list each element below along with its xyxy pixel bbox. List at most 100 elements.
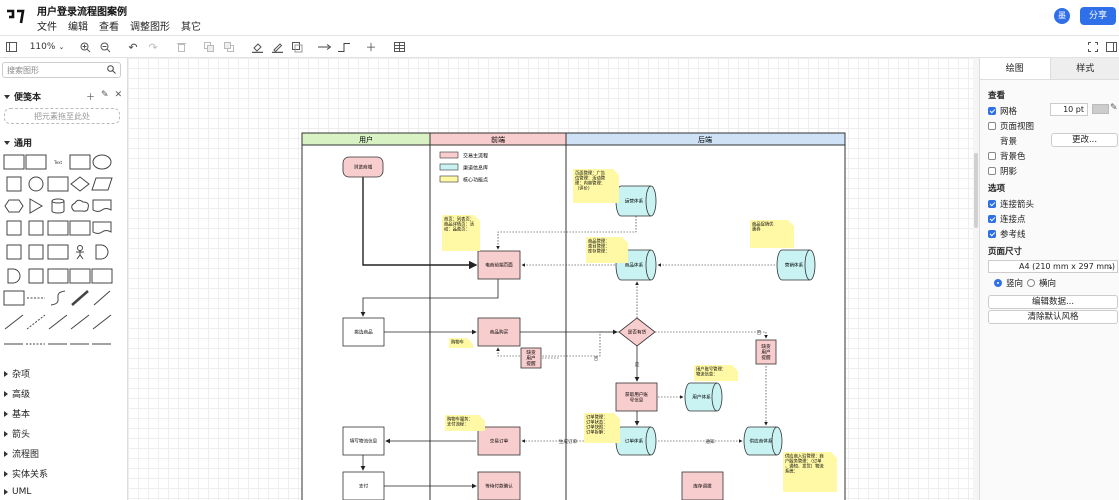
palette-shape[interactable]: [76, 245, 84, 260]
sticky-goodsnote[interactable]: 商品管理：类目管理：库存管理：: [586, 237, 628, 263]
general-shapes-palette[interactable]: Text: [0, 148, 128, 348]
fullscreen-icon[interactable]: [1086, 39, 1100, 55]
tab-diagram[interactable]: 绘图: [980, 58, 1050, 79]
lane-backend[interactable]: 后端: [698, 135, 712, 144]
palette-shape[interactable]: [47, 244, 69, 260]
shadow-option[interactable]: 阴影: [988, 165, 1017, 177]
tab-style[interactable]: 样式: [1049, 58, 1119, 79]
grid-color-swatch[interactable]: [1092, 104, 1109, 114]
flow-node-order[interactable]: 交易订单: [477, 426, 521, 456]
library-advanced[interactable]: 高级: [4, 387, 30, 400]
scroll-thumb[interactable]: [974, 153, 978, 228]
table-icon[interactable]: [392, 39, 406, 55]
library-arrows[interactable]: 箭头: [4, 427, 30, 440]
to-front-icon[interactable]: [202, 39, 216, 55]
lane-user[interactable]: 用户: [359, 135, 373, 144]
palette-shape[interactable]: [92, 221, 112, 234]
avatar[interactable]: 墨: [1054, 8, 1070, 24]
sticky-frontnote[interactable]: 首页：列表页：商品详情页：活动：品类页：: [442, 215, 480, 251]
palette-shape[interactable]: [92, 154, 112, 170]
flow-node-fill[interactable]: 填写物流信息: [342, 426, 385, 456]
toggle-sidebar-icon[interactable]: [4, 39, 18, 55]
palette-shape[interactable]: [4, 199, 24, 213]
redo-icon[interactable]: ↷: [146, 39, 160, 55]
document-title[interactable]: 用户登录流程图案例: [37, 3, 127, 18]
landscape-option[interactable]: 横向: [1027, 277, 1056, 289]
close-icon[interactable]: ✕: [115, 90, 123, 103]
palette-shape[interactable]: [95, 244, 109, 260]
edit-data-button[interactable]: 编辑数据...: [988, 295, 1118, 309]
flowchart-diagram[interactable]: 用户 前端 后端 交易主流程 渠道信息库 核心功能点 浏览商城电商前端页面挑选商…: [128, 58, 973, 500]
waypoint-icon[interactable]: [336, 39, 352, 55]
grid-size-input[interactable]: 10 pt: [1050, 103, 1088, 116]
palette-shape[interactable]: [6, 220, 22, 236]
datastore-ops[interactable]: 运营体系: [615, 185, 657, 217]
flow-node-lack[interactable]: 缺货用户提醒: [520, 347, 542, 369]
datastore-supply[interactable]: 供应商体系: [743, 426, 783, 456]
flow-node-pay[interactable]: 支付: [342, 471, 385, 500]
palette-shape[interactable]: [25, 154, 47, 170]
flow-node-select[interactable]: 挑选商品: [342, 317, 385, 347]
palette-shape[interactable]: [28, 268, 44, 284]
connection-points-option[interactable]: 连接点: [988, 213, 1026, 225]
palette-shape[interactable]: [28, 176, 44, 192]
flow-node-stock[interactable]: 库存调拨: [681, 471, 724, 500]
datastore-user[interactable]: 用户体系: [684, 382, 723, 412]
zoom-out-icon[interactable]: [98, 39, 112, 55]
palette-shape[interactable]: [51, 198, 65, 214]
zoom-dropdown[interactable]: 110% ⌄: [30, 39, 65, 55]
share-button[interactable]: 分享: [1080, 7, 1116, 25]
palette-shape[interactable]: [7, 268, 21, 284]
menu-edit[interactable]: 编辑: [68, 18, 88, 33]
delete-icon[interactable]: [174, 39, 188, 55]
flow-node-buy[interactable]: 商品购买: [477, 317, 521, 347]
library-flowchart[interactable]: 流程图: [4, 447, 39, 460]
grid-option[interactable]: 网格: [988, 105, 1017, 117]
library-entity-relation[interactable]: 实体关系: [4, 467, 48, 480]
palette-shape[interactable]: [4, 314, 24, 330]
menu-extras[interactable]: 其它: [181, 18, 201, 33]
page-view-option[interactable]: 页面视图: [988, 120, 1034, 132]
add-icon[interactable]: ＋: [86, 90, 95, 103]
palette-shape[interactable]: [28, 244, 44, 260]
palette-shape[interactable]: [70, 176, 90, 192]
palette-shape[interactable]: [91, 177, 113, 191]
menu-arrange[interactable]: 调整图形: [130, 18, 170, 33]
flow-node-getuser[interactable]: 获取用户账号信息: [615, 382, 658, 412]
background-color-checkbox[interactable]: [988, 152, 996, 160]
flow-node-home[interactable]: 电商前端页面: [477, 250, 521, 280]
palette-shape[interactable]: Text: [53, 160, 63, 165]
shadow-icon[interactable]: [290, 39, 304, 55]
sticky-cartpay[interactable]: 购物车服务：支付流程：: [445, 415, 485, 431]
connection-arrow-icon[interactable]: [316, 39, 332, 55]
flow-node-browse[interactable]: 浏览商城: [342, 156, 384, 178]
datastore-ordersys[interactable]: 订单体系: [615, 426, 657, 456]
clear-default-style-button[interactable]: 清除默认风格: [988, 310, 1118, 324]
edit-pencil-icon[interactable]: ✎: [101, 90, 109, 103]
palette-shape[interactable]: [69, 268, 91, 284]
palette-shape[interactable]: [92, 314, 112, 330]
diagram-canvas[interactable]: 用户 前端 后端 交易主流程 渠道信息库 核心功能点 浏览商城 电商前端页面 挑选商…: [128, 58, 973, 500]
palette-shape[interactable]: [47, 268, 69, 284]
library-uml[interactable]: UML: [4, 487, 31, 497]
to-back-icon[interactable]: [222, 39, 236, 55]
connection-points-checkbox[interactable]: [988, 215, 996, 223]
library-misc[interactable]: 杂项: [4, 367, 30, 380]
connection-arrows-option[interactable]: 连接箭头: [988, 198, 1034, 210]
edit-pencil-icon[interactable]: ✎: [1110, 103, 1118, 113]
palette-shape[interactable]: [48, 314, 68, 330]
flow-node-lack2[interactable]: 缺货用户提醒: [755, 339, 777, 365]
palette-shape[interactable]: [71, 199, 89, 212]
palette-shape[interactable]: [6, 176, 22, 192]
palette-shape[interactable]: [91, 268, 113, 284]
menu-file[interactable]: 文件: [37, 18, 57, 33]
connection-arrows-checkbox[interactable]: [988, 200, 996, 208]
flow-node-wait[interactable]: 等待付款确认: [477, 471, 521, 500]
guides-checkbox[interactable]: [988, 230, 996, 238]
guides-option[interactable]: 参考线: [988, 228, 1026, 240]
library-basic[interactable]: 基本: [4, 407, 30, 420]
palette-shape[interactable]: [69, 220, 91, 236]
palette-shape[interactable]: [3, 290, 25, 306]
palette-shape[interactable]: [70, 314, 90, 330]
palette-shape[interactable]: [6, 244, 22, 260]
